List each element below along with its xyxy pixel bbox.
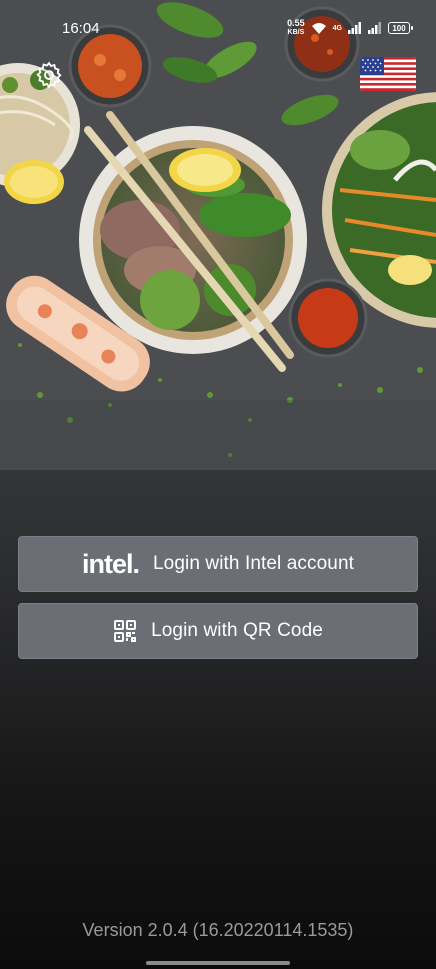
login-qr-label: Login with QR Code	[151, 620, 323, 641]
us-flag-icon	[360, 57, 416, 91]
qr-code-icon	[114, 620, 137, 642]
login-qr-button[interactable]: Login with QR Code	[18, 603, 418, 659]
login-intel-button[interactable]: intel. Login with Intel account	[18, 536, 418, 592]
settings-button[interactable]	[32, 58, 66, 92]
language-flag-button[interactable]	[360, 57, 416, 91]
gear-icon	[36, 61, 62, 89]
signal-icon	[348, 22, 361, 34]
battery-level: 100	[392, 23, 406, 33]
net-speed-value: 0.55	[287, 18, 305, 28]
battery-icon: 100	[388, 22, 413, 34]
home-indicator[interactable]	[146, 961, 290, 965]
net-speed: 0.55 KB/S	[287, 19, 305, 37]
status-time: 16:04	[62, 19, 100, 37]
net-speed-unit: KB/S	[287, 29, 305, 36]
network-type: 4G	[332, 24, 342, 32]
login-intel-label: Login with Intel account	[153, 553, 354, 574]
status-icons: 0.55 KB/S 4G 100	[287, 19, 413, 37]
status-bar: 16:04 0.55 KB/S 4G 100	[0, 0, 436, 56]
wifi-icon	[311, 22, 326, 34]
intel-logo: intel.	[82, 548, 140, 579]
signal-icon-2	[368, 22, 381, 34]
version-text: Version 2.0.4 (16.20220114.1535)	[82, 920, 354, 940]
